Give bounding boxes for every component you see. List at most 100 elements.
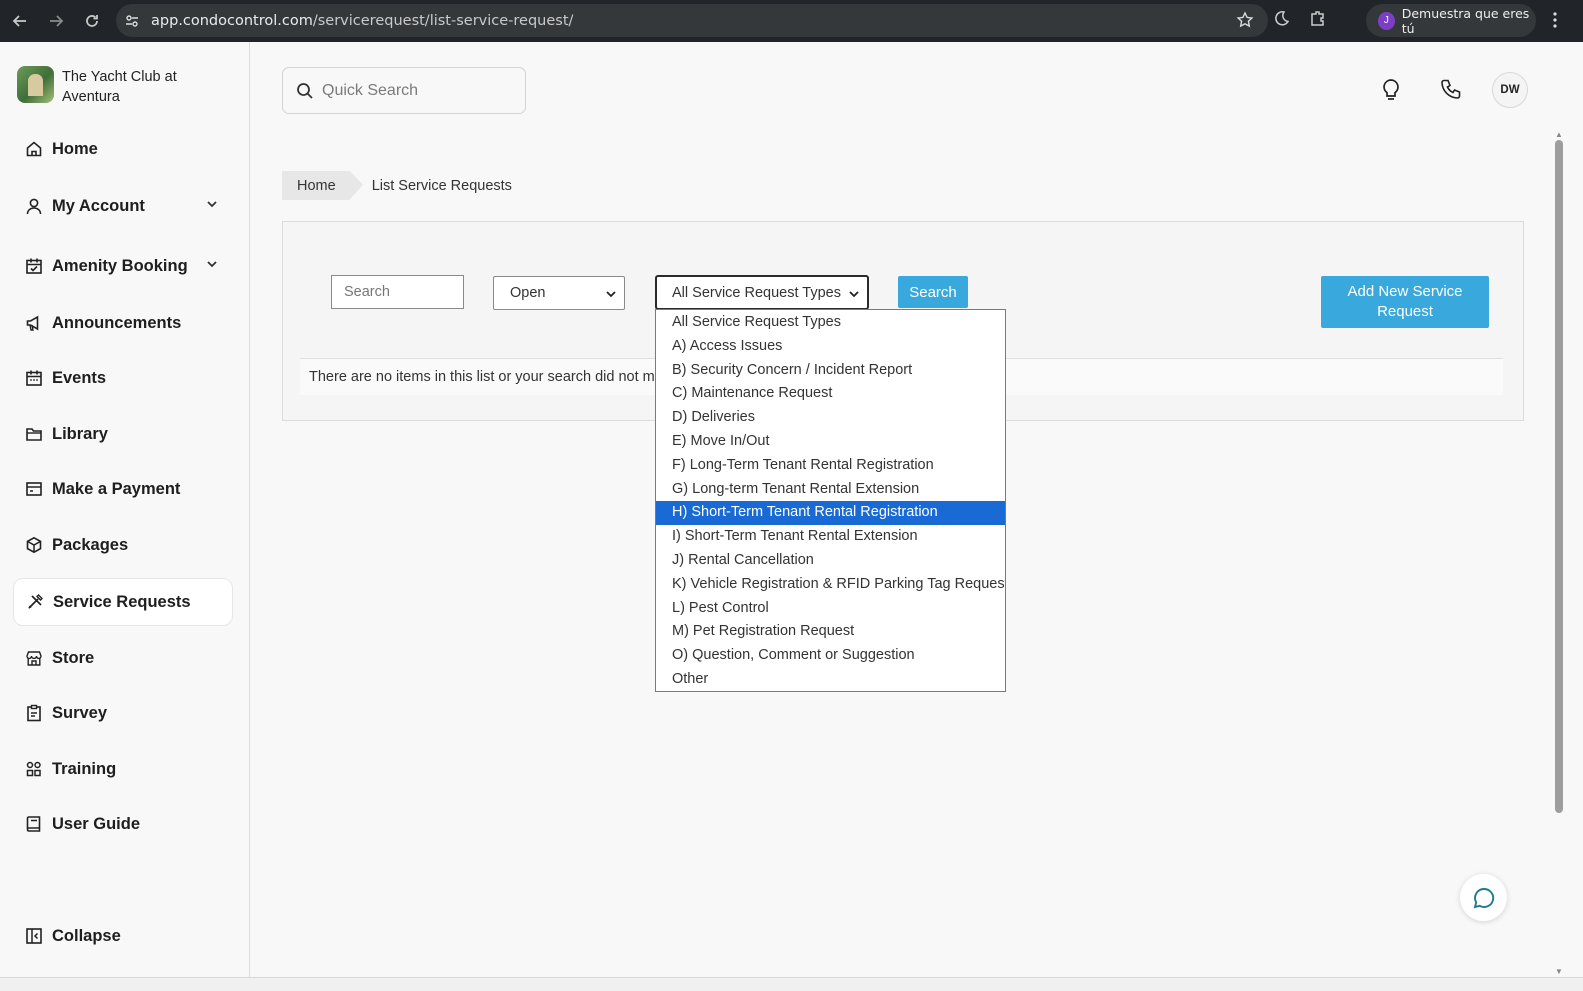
phone-icon[interactable] — [1440, 78, 1462, 100]
dropdown-option[interactable]: M) Pet Registration Request — [656, 620, 1005, 644]
people-icon — [23, 758, 45, 780]
chevron-down-icon[interactable] — [205, 197, 219, 216]
dropdown-option-highlighted[interactable]: H) Short-Term Tenant Rental Registration — [656, 501, 1005, 526]
chat-bubble-icon — [1473, 887, 1494, 908]
brand[interactable]: The Yacht Club at Aventura — [17, 66, 212, 107]
chat-button[interactable] — [1460, 874, 1507, 921]
dropdown-option[interactable]: J) Rental Cancellation — [656, 549, 1005, 573]
browser-menu-icon[interactable] — [1552, 10, 1558, 35]
forward-icon[interactable] — [44, 9, 68, 33]
site-settings-icon[interactable] — [124, 13, 140, 29]
reload-icon[interactable] — [80, 9, 104, 33]
dropdown-option[interactable]: All Service Request Types — [656, 311, 1005, 335]
calendar-icon — [23, 367, 45, 389]
calendar-check-icon — [23, 255, 45, 277]
clipboard-icon — [23, 702, 45, 724]
profile-avatar: J — [1378, 11, 1395, 30]
sidebar-item-home[interactable]: Home — [13, 125, 233, 173]
dropdown-option[interactable]: Other — [656, 668, 1005, 692]
sidebar-item-service-requests[interactable]: Service Requests — [13, 578, 233, 626]
bookmark-star-icon[interactable] — [1236, 11, 1254, 34]
chevron-down-icon — [848, 288, 860, 300]
add-service-request-button[interactable]: Add New Service Request — [1321, 276, 1489, 328]
search-button[interactable]: Search — [898, 276, 968, 308]
book-icon — [23, 813, 45, 835]
dropdown-option[interactable]: E) Move In/Out — [656, 430, 1005, 454]
service-type-dropdown-list: All Service Request Types A) Access Issu… — [655, 309, 1006, 692]
sidebar-item-label: Training — [52, 759, 117, 778]
quick-search[interactable] — [282, 67, 526, 114]
package-icon — [23, 534, 45, 556]
scroll-up-arrow[interactable]: ▲ — [1555, 130, 1563, 139]
address-bar[interactable]: app.condocontrol.com/servicerequest/list… — [116, 4, 1268, 37]
quick-search-input[interactable] — [322, 81, 512, 100]
chevron-down-icon[interactable] — [205, 257, 219, 276]
sidebar-item-amenity-booking[interactable]: Amenity Booking — [13, 242, 233, 290]
scroll-down-arrow[interactable]: ▼ — [1555, 967, 1563, 976]
extensions-icon[interactable] — [1309, 9, 1327, 32]
dropdown-option[interactable]: O) Question, Comment or Suggestion — [656, 644, 1005, 668]
community-logo — [17, 66, 54, 103]
back-icon[interactable] — [8, 9, 32, 33]
user-avatar[interactable]: DW — [1492, 72, 1528, 108]
sidebar-item-label: Make a Payment — [52, 479, 181, 498]
sidebar-item-label: Survey — [52, 703, 108, 722]
page-scrollbar[interactable] — [1555, 140, 1563, 813]
sidebar-item-make-a-payment[interactable]: Make a Payment — [13, 465, 233, 513]
sidebar: The Yacht Club at Aventura Home My Accou… — [0, 42, 250, 991]
sidebar-item-label: Events — [52, 368, 107, 387]
search-icon — [296, 82, 314, 100]
breadcrumb: Home List Service Requests — [282, 171, 512, 200]
dropdown-option[interactable]: A) Access Issues — [656, 335, 1005, 359]
dropdown-option[interactable]: I) Short-Term Tenant Rental Extension — [656, 525, 1005, 549]
status-select-value: Open — [510, 285, 546, 301]
breadcrumb-home[interactable]: Home — [282, 171, 363, 200]
sidebar-item-announcements[interactable]: Announcements — [13, 299, 233, 347]
service-type-select[interactable]: All Service Request Types — [655, 275, 869, 310]
sidebar-collapse[interactable]: Collapse — [13, 912, 233, 960]
service-type-select-value: All Service Request Types — [672, 284, 841, 301]
sidebar-item-library[interactable]: Library — [13, 410, 233, 458]
sidebar-item-label: My Account — [52, 196, 145, 215]
sidebar-item-training[interactable]: Training — [13, 745, 233, 793]
dropdown-option[interactable]: D) Deliveries — [656, 406, 1005, 430]
sidebar-item-survey[interactable]: Survey — [13, 689, 233, 737]
dropdown-option[interactable]: K) Vehicle Registration & RFID Parking T… — [656, 573, 1005, 597]
dark-mode-icon[interactable] — [1272, 9, 1290, 32]
sidebar-item-label: User Guide — [52, 814, 141, 833]
user-icon — [23, 195, 45, 217]
sidebar-item-store[interactable]: Store — [13, 634, 233, 682]
lightbulb-icon[interactable] — [1380, 78, 1402, 102]
sidebar-item-label: Amenity Booking — [52, 256, 188, 275]
community-name: The Yacht Club at Aventura — [62, 69, 177, 105]
filter-search-input[interactable] — [331, 275, 464, 309]
profile-chip[interactable]: J Demuestra que eres tú — [1366, 4, 1536, 37]
tools-icon — [24, 591, 46, 613]
collapse-icon — [23, 925, 45, 947]
chevron-down-icon — [605, 288, 617, 300]
breadcrumb-current: List Service Requests — [371, 177, 512, 194]
empty-message-text: There are no items in this list or your … — [309, 369, 663, 385]
status-select[interactable]: Open — [493, 276, 625, 310]
dropdown-option[interactable]: C) Maintenance Request — [656, 382, 1005, 406]
sidebar-item-events[interactable]: Events — [13, 354, 233, 402]
dropdown-option[interactable]: F) Long-Term Tenant Rental Registration — [656, 454, 1005, 478]
sidebar-item-label: Announcements — [52, 313, 182, 332]
dropdown-option[interactable]: L) Pest Control — [656, 597, 1005, 621]
megaphone-icon — [23, 312, 45, 334]
store-icon — [23, 647, 45, 669]
sidebar-item-label: Store — [52, 648, 95, 667]
dropdown-option[interactable]: G) Long-term Tenant Rental Extension — [656, 478, 1005, 502]
folder-icon — [23, 423, 45, 445]
sidebar-item-user-guide[interactable]: User Guide — [13, 800, 233, 848]
dropdown-option[interactable]: B) Security Concern / Incident Report — [656, 359, 1005, 383]
card-icon — [23, 478, 45, 500]
collapse-label: Collapse — [52, 926, 121, 945]
sidebar-item-label: Library — [52, 424, 108, 443]
sidebar-item-packages[interactable]: Packages — [13, 521, 233, 569]
url-text: app.condocontrol.com/servicerequest/list… — [151, 12, 574, 29]
profile-label: Demuestra que eres tú — [1401, 5, 1530, 36]
sidebar-item-label: Packages — [52, 535, 129, 554]
sidebar-item-my-account[interactable]: My Account — [13, 182, 233, 230]
sidebar-item-label: Service Requests — [53, 592, 191, 611]
